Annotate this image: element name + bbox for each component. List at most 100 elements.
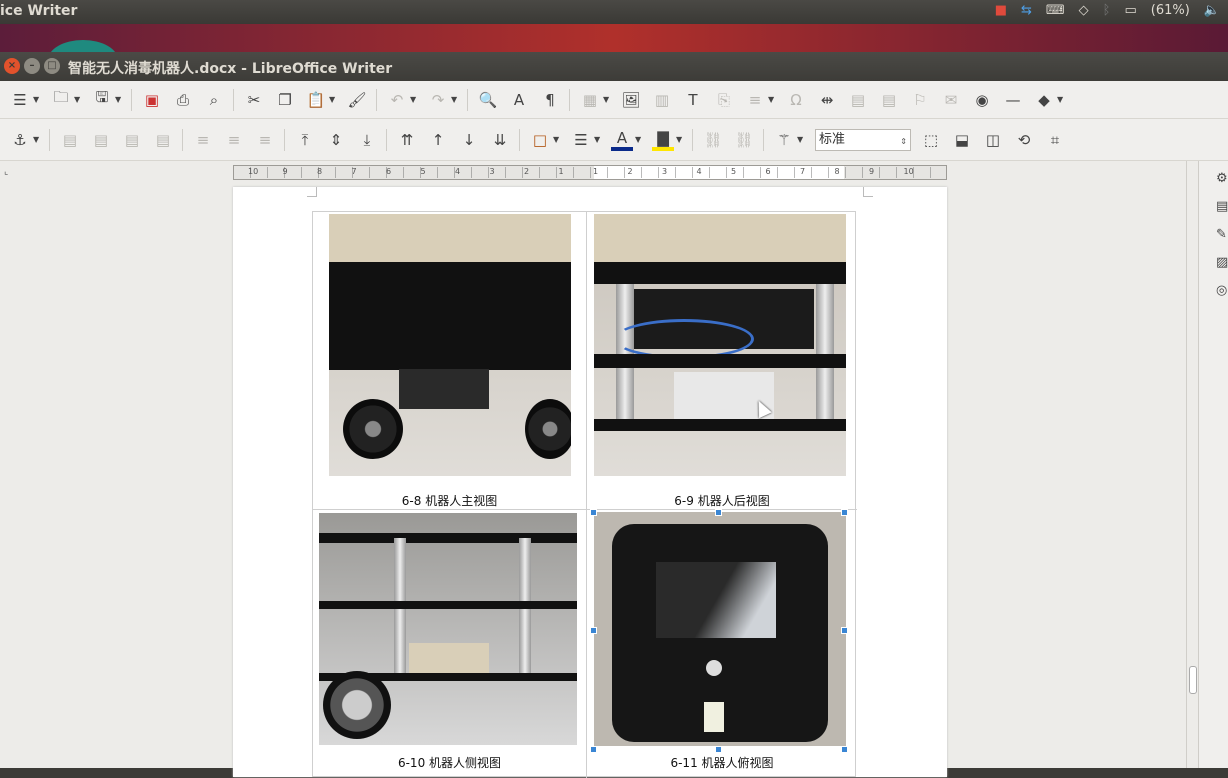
- crop-icon[interactable]: ⌗: [1044, 129, 1066, 151]
- wrap-page-icon[interactable]: ▤: [90, 129, 112, 151]
- send-to-back-icon[interactable]: ⇊: [489, 129, 511, 151]
- align-left-icon[interactable]: ≡: [192, 129, 214, 151]
- insert-field-icon[interactable]: ≡: [744, 89, 766, 111]
- document-workspace[interactable]: ⌞ 10 9 8 7 6 5 4 3 2 1 1 2 3 4 5 6 7 8 9 10 6-8 机器人主视图: [0, 161, 1198, 778]
- volume-icon[interactable]: 🔈: [1204, 3, 1220, 18]
- clone-formatting-icon[interactable]: 🖌: [346, 89, 368, 111]
- unlink-frames-icon[interactable]: ⛓: [733, 129, 755, 151]
- wrap-through-icon[interactable]: ▤: [152, 129, 174, 151]
- border-style-icon[interactable]: ☰: [570, 129, 592, 151]
- battery-percent[interactable]: (61%): [1151, 3, 1190, 18]
- chevron-down-icon[interactable]: ▼: [594, 135, 602, 144]
- teamviewer-icon[interactable]: ⇆: [1021, 3, 1032, 18]
- chevron-down-icon[interactable]: ▼: [797, 135, 805, 144]
- insert-textbox-icon[interactable]: T: [682, 89, 704, 111]
- flip-horizontal-icon[interactable]: ◫: [982, 129, 1004, 151]
- cut-icon[interactable]: ✂: [243, 89, 265, 111]
- keyboard-icon[interactable]: ⌨: [1046, 3, 1065, 18]
- align-bottom-icon[interactable]: ⤓: [356, 129, 378, 151]
- font-color-icon[interactable]: A: [611, 129, 633, 151]
- robot-back-photo[interactable]: [594, 214, 846, 476]
- bookmark-icon[interactable]: ⚐: [909, 89, 931, 111]
- anchor-icon[interactable]: ⚓: [9, 129, 31, 151]
- selection-handle[interactable]: [590, 509, 597, 516]
- table-cell[interactable]: 6-11 机器人俯视图: [587, 510, 857, 778]
- chevron-down-icon[interactable]: ▼: [676, 135, 684, 144]
- chevron-down-icon[interactable]: ▼: [329, 95, 337, 104]
- rotate-icon[interactable]: ⟲: [1013, 129, 1035, 151]
- bring-to-front-icon[interactable]: ⇈: [396, 129, 418, 151]
- robot-top-photo[interactable]: [594, 512, 846, 746]
- robot-side-photo[interactable]: [319, 513, 577, 745]
- insert-image-icon[interactable]: 🖼: [620, 89, 642, 111]
- paste-icon[interactable]: 📋: [305, 89, 327, 111]
- chevron-down-icon[interactable]: ▼: [603, 95, 611, 104]
- image-table[interactable]: 6-8 机器人主视图 6-9 机器人后视图 6-10 机器人侧视图 6-11 机…: [312, 211, 857, 778]
- magic-wand-icon[interactable]: ⚚: [773, 129, 795, 151]
- horizontal-ruler[interactable]: 10 9 8 7 6 5 4 3 2 1 1 2 3 4 5 6 7 8 9 10: [233, 165, 947, 180]
- chevron-down-icon[interactable]: ▼: [74, 95, 82, 104]
- forward-one-icon[interactable]: ↑: [427, 129, 449, 151]
- document-page[interactable]: 6-8 机器人主视图 6-9 机器人后视图 6-10 机器人侧视图 6-11 机…: [233, 187, 947, 778]
- link-frames-icon[interactable]: ⛓: [702, 129, 724, 151]
- wrap-optimal-icon[interactable]: ▤: [121, 129, 143, 151]
- window-titlebar[interactable]: × – □ 智能无人消毒机器人.docx - LibreOffice Write…: [0, 52, 1228, 81]
- copy-icon[interactable]: ❐: [274, 89, 296, 111]
- redo-icon[interactable]: ↷: [427, 89, 449, 111]
- sidebar-properties-icon[interactable]: ⚙: [1216, 171, 1228, 187]
- sidebar-styles-icon[interactable]: ▤: [1216, 199, 1228, 215]
- frame-properties-icon[interactable]: ⬚: [920, 129, 942, 151]
- align-top-icon[interactable]: ⤒: [294, 129, 316, 151]
- battery-icon[interactable]: ▭: [1124, 3, 1136, 18]
- maximize-window-button[interactable]: □: [44, 58, 60, 74]
- chevron-down-icon[interactable]: ▼: [33, 95, 41, 104]
- chevron-down-icon[interactable]: ▼: [410, 95, 418, 104]
- chevron-down-icon[interactable]: ▼: [553, 135, 561, 144]
- wifi-icon[interactable]: ◇: [1079, 3, 1089, 18]
- chevron-down-icon[interactable]: ▼: [768, 95, 776, 104]
- insert-line-icon[interactable]: —: [1002, 89, 1024, 111]
- align-center-icon[interactable]: ≡: [223, 129, 245, 151]
- selection-handle[interactable]: [590, 746, 597, 753]
- footnote-icon[interactable]: ▤: [847, 89, 869, 111]
- selection-handle[interactable]: [841, 509, 848, 516]
- endnote-icon[interactable]: ▤: [878, 89, 900, 111]
- table-cell[interactable]: 6-8 机器人主视图: [313, 212, 587, 510]
- save-icon[interactable]: 🖫: [91, 88, 113, 111]
- camera-icon[interactable]: ■: [995, 3, 1007, 18]
- align-right-icon[interactable]: ≡: [254, 129, 276, 151]
- object-properties-icon[interactable]: ⬓: [951, 129, 973, 151]
- align-middle-icon[interactable]: ⇕: [325, 129, 347, 151]
- insert-table-icon[interactable]: ▦: [579, 89, 601, 111]
- robot-front-photo[interactable]: [329, 214, 571, 476]
- paragraph-style-select[interactable]: 标准 ⇕: [815, 128, 911, 152]
- border-icon[interactable]: □: [529, 129, 551, 151]
- print-icon[interactable]: ⎙: [172, 89, 194, 111]
- wrap-off-icon[interactable]: ▤: [59, 129, 81, 151]
- undo-icon[interactable]: ↶: [386, 89, 408, 111]
- bluetooth-icon[interactable]: ᛒ: [1103, 3, 1111, 18]
- find-replace-icon[interactable]: 🔍: [477, 89, 499, 111]
- print-preview-icon[interactable]: ⌕: [203, 89, 225, 111]
- selection-handle[interactable]: [715, 746, 722, 753]
- comment-icon[interactable]: ✉: [940, 89, 962, 111]
- hyperlink-icon[interactable]: ⇹: [816, 89, 838, 111]
- sidebar-image-icon[interactable]: ▨: [1216, 255, 1228, 271]
- chevron-updown-icon[interactable]: ⇕: [900, 132, 907, 152]
- chevron-down-icon[interactable]: ▼: [451, 95, 459, 104]
- close-window-button[interactable]: ×: [4, 58, 20, 74]
- chevron-down-icon[interactable]: ▼: [1057, 95, 1065, 104]
- insert-chart-icon[interactable]: ▥: [651, 89, 673, 111]
- chevron-down-icon[interactable]: ▼: [115, 95, 123, 104]
- chevron-down-icon[interactable]: ▼: [33, 135, 41, 144]
- chevron-down-icon[interactable]: ▼: [635, 135, 643, 144]
- selection-handle[interactable]: [590, 627, 597, 634]
- selection-handle[interactable]: [841, 627, 848, 634]
- selection-handle[interactable]: [841, 746, 848, 753]
- export-pdf-icon[interactable]: ▣: [141, 89, 163, 111]
- highlight-color-icon[interactable]: ▇: [652, 129, 674, 151]
- spelling-icon[interactable]: A: [508, 89, 530, 111]
- sidebar-toggle-icon[interactable]: ☰: [9, 89, 31, 111]
- sidebar-navigator-icon[interactable]: ◎: [1216, 283, 1228, 299]
- minimize-window-button[interactable]: –: [24, 58, 40, 74]
